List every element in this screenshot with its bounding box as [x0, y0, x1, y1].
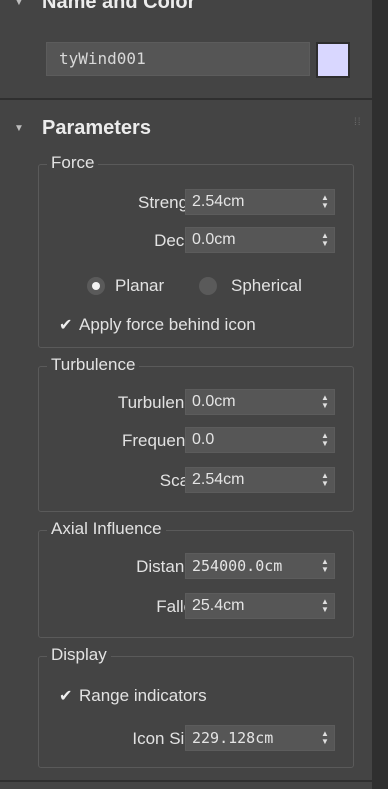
- spherical-label[interactable]: Spherical: [231, 276, 302, 296]
- icon-size-spinner[interactable]: 229.128cm ▲ ▼: [185, 725, 335, 751]
- range-indicators-checkbox[interactable]: ✔ Range indicators: [39, 683, 355, 709]
- icon-size-value[interactable]: 229.128cm: [192, 729, 316, 747]
- checkmark-icon[interactable]: ✔: [59, 315, 72, 335]
- decay-value[interactable]: 0.0cm: [192, 231, 316, 249]
- falloff-spinner[interactable]: 25.4cm ▲ ▼: [185, 593, 335, 619]
- grip-dots-icon[interactable]: ⁞⁞: [354, 0, 364, 6]
- up-down-arrows-icon[interactable]: ▲ ▼: [320, 232, 330, 248]
- force-shape-radio-group: Planar Spherical: [39, 273, 355, 299]
- strength-row: Strength: 2.54cm ▲ ▼: [39, 189, 355, 217]
- distance-row: Distance: 254000.0cm ▲ ▼: [39, 553, 355, 581]
- spherical-radio[interactable]: [199, 277, 217, 295]
- group-turbulence: Turbulence Turbulence: 0.0cm ▲ ▼ Frequenc…: [38, 355, 355, 512]
- group-display: Display ✔ Range indicators Icon Size: 22…: [38, 645, 355, 768]
- rollout-title: Parameters: [42, 116, 151, 139]
- strength-value[interactable]: 2.54cm: [192, 193, 316, 211]
- up-down-arrows-icon[interactable]: ▲ ▼: [320, 432, 330, 448]
- falloff-value[interactable]: 25.4cm: [192, 597, 316, 615]
- up-down-arrows-icon[interactable]: ▲ ▼: [320, 598, 330, 614]
- scale-row: Scale: 2.54cm ▲ ▼: [39, 467, 355, 495]
- grip-dots-icon[interactable]: ⁞⁞: [354, 118, 364, 132]
- falloff-row: Falloff: 25.4cm ▲ ▼: [39, 593, 355, 621]
- group-force: Force Strength: 2.54cm ▲ ▼ Decay: 0.0cm ▲…: [38, 153, 355, 348]
- planar-label[interactable]: Planar: [115, 276, 164, 296]
- turbulence-spinner[interactable]: 0.0cm ▲ ▼: [185, 389, 335, 415]
- group-legend: Force: [47, 153, 99, 173]
- collapse-triangle-icon[interactable]: ▼: [14, 123, 26, 134]
- strength-spinner[interactable]: 2.54cm ▲ ▼: [185, 189, 335, 215]
- frequency-value[interactable]: 0.0: [192, 431, 316, 449]
- up-down-arrows-icon[interactable]: ▲ ▼: [320, 558, 330, 574]
- up-down-arrows-icon[interactable]: ▲ ▼: [320, 394, 330, 410]
- object-name-input[interactable]: tyWind001: [46, 42, 310, 76]
- decay-row: Decay: 0.0cm ▲ ▼: [39, 227, 355, 255]
- checkmark-icon[interactable]: ✔: [59, 686, 72, 706]
- rollout-header-parameters[interactable]: ▼ Parameters ⁞⁞: [8, 114, 372, 142]
- panel-scroll-strip[interactable]: [372, 0, 388, 789]
- collapse-triangle-icon[interactable]: ▼: [14, 0, 26, 8]
- turbulence-row: Turbulence: 0.0cm ▲ ▼: [39, 389, 355, 417]
- distance-spinner[interactable]: 254000.0cm ▲ ▼: [185, 553, 335, 579]
- rollout-separator: [0, 98, 372, 100]
- distance-value[interactable]: 254000.0cm: [192, 557, 316, 575]
- group-legend: Display: [47, 645, 111, 665]
- icon-size-row: Icon Size: 229.128cm ▲ ▼: [39, 725, 355, 753]
- group-legend: Axial Influence: [47, 519, 166, 539]
- apply-force-behind-checkbox[interactable]: ✔ Apply force behind icon: [39, 312, 355, 338]
- apply-force-label[interactable]: Apply force behind icon: [79, 315, 256, 335]
- up-down-arrows-icon[interactable]: ▲ ▼: [320, 472, 330, 488]
- rollout-title: Name and Color: [42, 0, 196, 13]
- turbulence-value[interactable]: 0.0cm: [192, 393, 316, 411]
- decay-spinner[interactable]: 0.0cm ▲ ▼: [185, 227, 335, 253]
- planar-radio[interactable]: [87, 277, 105, 295]
- group-legend: Turbulence: [47, 355, 140, 375]
- up-down-arrows-icon[interactable]: ▲ ▼: [320, 730, 330, 746]
- up-down-arrows-icon[interactable]: ▲ ▼: [320, 194, 330, 210]
- scale-value[interactable]: 2.54cm: [192, 471, 316, 489]
- frequency-spinner[interactable]: 0.0 ▲ ▼: [185, 427, 335, 453]
- range-indicators-label[interactable]: Range indicators: [79, 686, 207, 706]
- group-axial-influence: Axial Influence Distance: 254000.0cm ▲ ▼ …: [38, 519, 355, 638]
- rollout-separator: [0, 780, 372, 782]
- object-color-swatch[interactable]: [316, 42, 350, 78]
- rollout-header-name-color[interactable]: ▼ Name and Color ⁞⁞: [8, 0, 372, 16]
- frequency-row: Frequency: 0.0 ▲ ▼: [39, 427, 355, 455]
- scale-spinner[interactable]: 2.54cm ▲ ▼: [185, 467, 335, 493]
